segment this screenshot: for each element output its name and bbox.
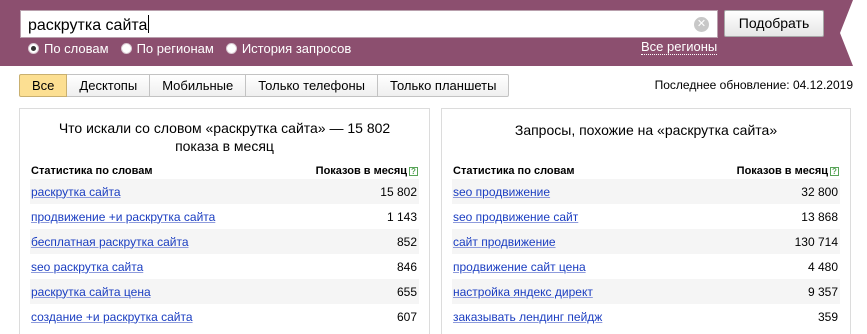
keyword-link[interactable]: seo продвижение <box>453 185 550 199</box>
keyword-link[interactable]: продвижение +и раскрутка сайта <box>31 210 215 224</box>
show-count: 15 802 <box>380 184 417 199</box>
radio-dot <box>225 42 237 54</box>
keywords-table: раскрутка сайта 15 802 продвижение +и ра… <box>30 179 419 329</box>
help-icon[interactable]: ? <box>409 167 418 176</box>
show-count: 9 357 <box>807 284 838 299</box>
tab-tablets-only[interactable]: Только планшеты <box>378 74 510 97</box>
device-tabs: Все Десктопы Мобильные Только телефоны Т… <box>19 74 510 97</box>
radio-dot <box>120 42 132 54</box>
show-count: 4 480 <box>807 259 838 274</box>
clear-icon[interactable]: ✕ <box>694 17 709 32</box>
radio-label: По словам <box>44 40 109 56</box>
keyword-link[interactable]: продвижение сайт цена <box>453 260 586 274</box>
tab-all[interactable]: Все <box>19 74 68 97</box>
all-regions-link[interactable]: Все регионы <box>641 40 718 55</box>
show-count: 13 868 <box>801 209 838 224</box>
table-row: сайт продвижение 130 714 <box>452 229 840 254</box>
table-row: настройка яндекс директ 9 357 <box>452 279 840 304</box>
search-header: раскрутка сайта ✕ Подобрать По словам По… <box>0 0 867 66</box>
column-header-words: Статистика по словам <box>453 165 575 177</box>
keyword-link[interactable]: seo раскрутка сайта <box>31 260 143 274</box>
help-icon[interactable]: ? <box>830 167 839 176</box>
panel-title: Запросы, похожие на «раскрутка сайта» <box>514 122 778 138</box>
tab-mobile[interactable]: Мобильные <box>150 74 247 97</box>
table-row: продвижение сайт цена 4 480 <box>452 254 840 279</box>
keyword-link[interactable]: заказывать лендинг пейдж <box>453 310 602 324</box>
show-count: 130 714 <box>794 234 838 249</box>
search-button[interactable]: Подобрать <box>724 10 824 37</box>
show-count: 1 143 <box>386 209 417 224</box>
search-input[interactable]: раскрутка сайта ✕ <box>20 10 718 38</box>
keyword-link[interactable]: раскрутка сайта <box>31 185 121 199</box>
show-count: 32 800 <box>801 184 838 199</box>
keyword-link[interactable]: seo продвижение сайт <box>453 210 578 224</box>
keyword-link[interactable]: настройка яндекс директ <box>453 285 593 299</box>
search-input-value: раскрутка сайта <box>28 15 150 34</box>
table-row: seo раскрутка сайта 846 <box>30 254 419 279</box>
show-count: 607 <box>396 309 417 324</box>
search-mode-radios: По словам По регионам История запросов <box>28 40 363 56</box>
show-count: 359 <box>817 309 838 324</box>
table-row: бесплатная раскрутка сайта 852 <box>30 229 419 254</box>
column-header-shows: Показов в месяц? <box>737 165 839 177</box>
table-row: продвижение +и раскрутка сайта 1 143 <box>30 204 419 229</box>
radio-label: По регионам <box>136 40 214 56</box>
tab-desktops[interactable]: Десктопы <box>67 74 151 97</box>
table-row: заказывать лендинг пейдж 359 <box>452 304 840 329</box>
keyword-link[interactable]: создание +и раскрутка сайта <box>31 310 193 324</box>
last-update-text: Последнее обновление: 04.12.2019 <box>654 78 853 92</box>
similar-queries-panel: Запросы, похожие на «раскрутка сайта» Ст… <box>441 108 851 334</box>
show-count: 846 <box>396 259 417 274</box>
keyword-link[interactable]: бесплатная раскрутка сайта <box>31 235 189 249</box>
table-row: создание +и раскрутка сайта 607 <box>30 304 419 329</box>
radio-query-history[interactable]: История запросов <box>225 40 352 56</box>
show-count: 655 <box>396 284 417 299</box>
table-row: seo продвижение 32 800 <box>452 179 840 204</box>
column-header-words: Статистика по словам <box>31 165 153 177</box>
keyword-link[interactable]: раскрутка сайта цена <box>31 285 151 299</box>
radio-by-regions[interactable]: По регионам <box>120 40 214 56</box>
column-header-shows: Показов в месяц? <box>316 165 418 177</box>
table-row: seo продвижение сайт 13 868 <box>452 204 840 229</box>
tab-phones-only[interactable]: Только телефоны <box>246 74 379 97</box>
radio-by-words[interactable]: По словам <box>28 41 109 56</box>
keywords-panel: Что искали со словом «раскрутка сайта» —… <box>19 108 430 334</box>
similar-queries-table: seo продвижение 32 800 seo продвижение с… <box>452 179 840 329</box>
keyword-link[interactable]: сайт продвижение <box>453 235 556 249</box>
panel-title: Что искали со словом «раскрутка сайта» —… <box>58 120 391 154</box>
table-row: раскрутка сайта 15 802 <box>30 179 419 204</box>
radio-dot-checked <box>28 42 39 54</box>
table-row: раскрутка сайта цена 655 <box>30 279 419 304</box>
radio-label: История запросов <box>241 40 352 56</box>
show-count: 852 <box>396 234 417 249</box>
